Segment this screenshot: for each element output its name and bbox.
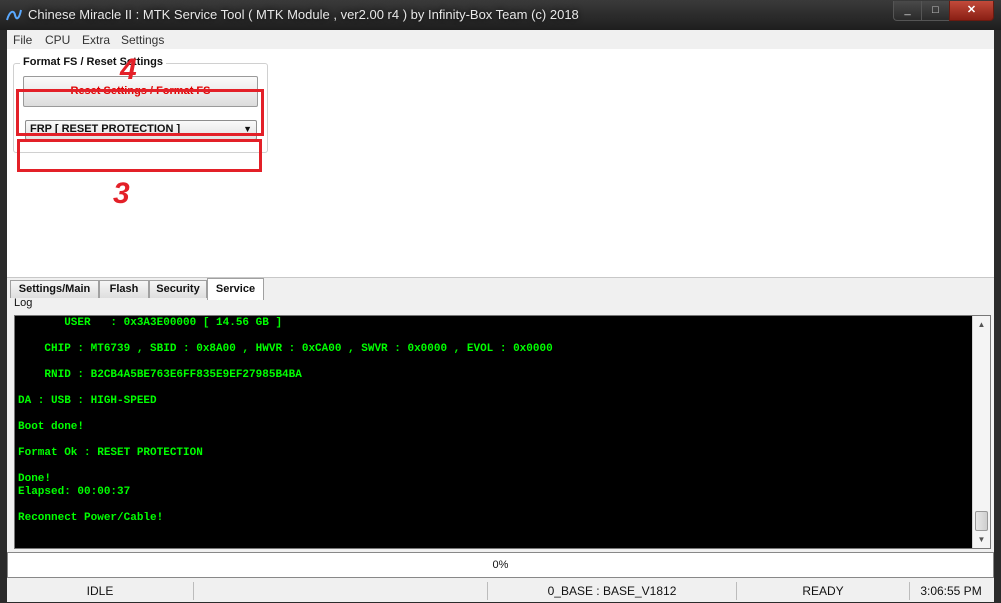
tab-security[interactable]: Security — [149, 280, 207, 298]
format-fs-group-title: Format FS / Reset Settings — [20, 56, 166, 68]
log-line: Boot done! — [18, 421, 85, 433]
window-title: Chinese Miracle II : MTK Service Tool ( … — [28, 7, 579, 22]
status-state: IDLE — [7, 582, 194, 600]
log-label: Log — [14, 297, 33, 309]
log-text: USER : 0x3A3E00000 [ 14.56 GB ] CHIP : M… — [18, 317, 972, 548]
step-number-3: 3 — [113, 177, 130, 210]
log-line: USER : 0x3A3E00000 [ 14.56 GB ] — [18, 317, 283, 329]
log-line: Format Ok : RESET PROTECTION — [18, 447, 203, 459]
log-line: Elapsed: 00:00:37 — [18, 486, 131, 498]
scroll-thumb[interactable] — [975, 511, 988, 531]
log-line: RNID : B2CB4A5BE763E6FF835E9EF27985B4BA — [18, 369, 302, 381]
status-base: 0_BASE : BASE_V1812 — [488, 582, 737, 600]
tab-settings-main[interactable]: Settings/Main — [10, 280, 99, 298]
highlight-box-reset-button — [16, 89, 264, 136]
log-console[interactable]: USER : 0x3A3E00000 [ 14.56 GB ] CHIP : M… — [14, 315, 991, 549]
tab-service[interactable]: Service — [207, 278, 264, 300]
tab-flash[interactable]: Flash — [99, 280, 149, 298]
log-scrollbar[interactable]: ▲ ▼ — [972, 316, 990, 548]
minimize-button[interactable]: _ — [893, 1, 922, 21]
step-number-4: 4 — [120, 53, 137, 86]
log-line: Done! — [18, 473, 52, 485]
status-field-2 — [194, 582, 488, 600]
maximize-button[interactable]: □ — [921, 1, 950, 21]
menu-file[interactable]: File — [13, 33, 32, 47]
log-line: CHIP : MT6739 , SBID : 0x8A00 , HWVR : 0… — [18, 343, 553, 355]
app-window: Chinese Miracle II : MTK Service Tool ( … — [0, 0, 1001, 603]
close-button[interactable]: ✕ — [949, 1, 994, 21]
title-bar[interactable]: Chinese Miracle II : MTK Service Tool ( … — [0, 0, 1001, 30]
tab-strip: Settings/Main Flash Security Service — [7, 277, 994, 300]
scroll-up-arrow-icon[interactable]: ▲ — [973, 316, 990, 333]
log-line: Reconnect Power/Cable! — [18, 512, 164, 524]
status-ready: READY — [737, 582, 910, 600]
highlight-box-mode-select — [17, 139, 262, 172]
menu-extra[interactable]: Extra — [82, 33, 110, 47]
status-clock: 3:06:55 PM — [920, 584, 982, 598]
progress-bar: 0% — [7, 552, 994, 578]
status-bar: IDLE 0_BASE : BASE_V1812 READY 3:06:55 P… — [7, 580, 994, 602]
client-area: File CPU Extra Settings Format FS / Rese… — [7, 30, 994, 602]
app-logo-icon — [6, 9, 22, 21]
scroll-down-arrow-icon[interactable]: ▼ — [973, 531, 990, 548]
service-panel: Format FS / Reset Settings Reset Setting… — [7, 49, 994, 277]
menu-cpu[interactable]: CPU — [45, 33, 70, 47]
log-line: DA : USB : HIGH-SPEED — [18, 395, 157, 407]
menu-bar: File CPU Extra Settings — [7, 30, 994, 49]
menu-settings[interactable]: Settings — [121, 33, 164, 47]
progress-label: 0% — [492, 559, 509, 571]
